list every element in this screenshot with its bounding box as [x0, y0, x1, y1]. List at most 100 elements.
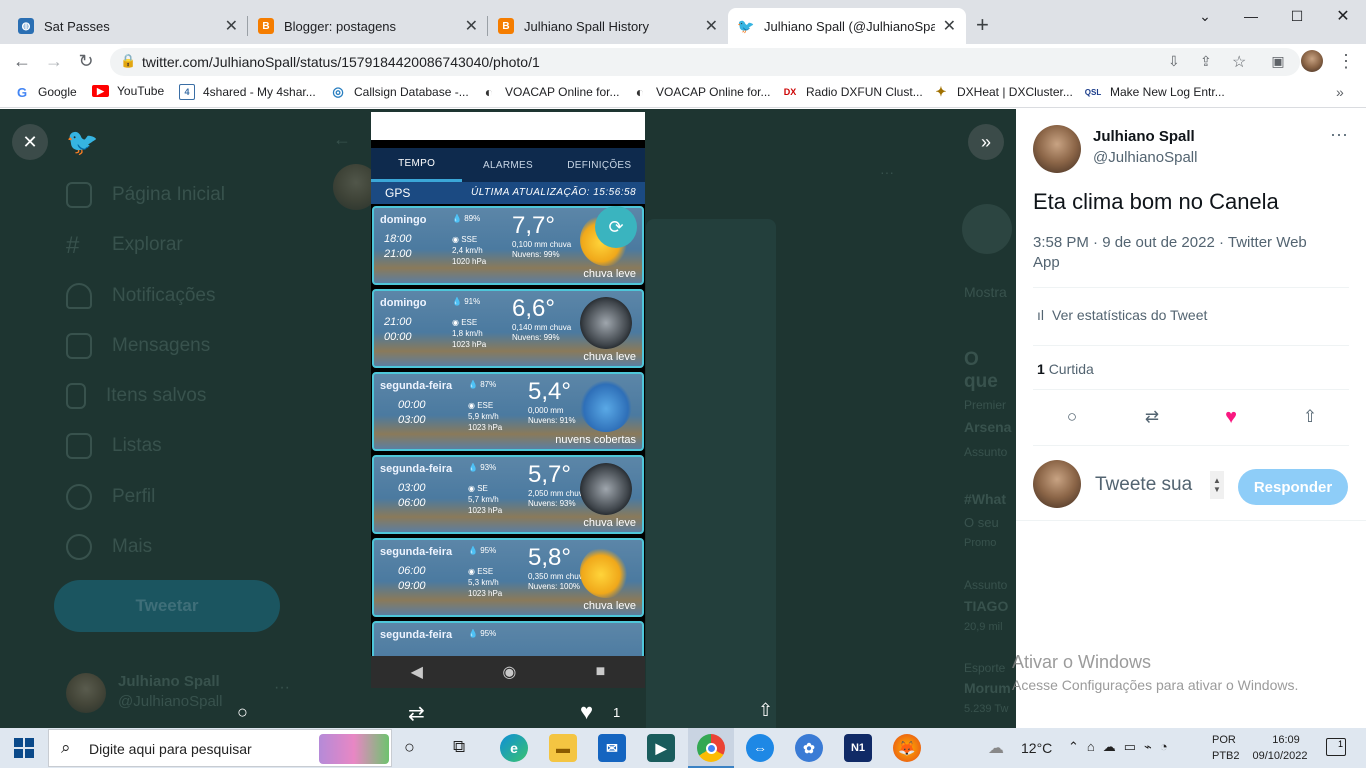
firefox-icon[interactable]: 🦊: [893, 734, 921, 762]
reply-input[interactable]: Tweete sua: [1095, 474, 1192, 496]
file-explorer-icon[interactable]: ▬: [549, 734, 577, 762]
keyboard-layout[interactable]: PTB2: [1212, 750, 1240, 762]
install-icon[interactable]: ⇩: [1168, 53, 1180, 70]
bookmark-qsl-log[interactable]: QSL Make New Log Entr...: [1084, 84, 1225, 100]
tab-twitter-active[interactable]: 🐦 Julhiano Spall (@JulhianoSpall) / ✕: [728, 8, 966, 44]
maximize-button[interactable]: ☐: [1274, 0, 1320, 32]
forecast-times: 06:00 09:00: [398, 565, 426, 592]
system-tray-icons[interactable]: ⌃⌂☁▭⌁◔: [1068, 739, 1176, 755]
bookmark-google[interactable]: G Google: [14, 84, 77, 100]
notification-center-icon[interactable]: 1: [1326, 738, 1346, 756]
browser-toolbar: ← → ↻ 🔒 twitter.com/JulhianoSpall/status…: [0, 44, 1366, 78]
close-tab-icon[interactable]: ✕: [225, 16, 238, 36]
forward-button[interactable]: →: [42, 49, 66, 73]
task-view-icon[interactable]: ⧉: [453, 737, 465, 757]
close-tab-icon[interactable]: ✕: [943, 16, 956, 36]
account-more-icon[interactable]: ···: [274, 679, 290, 697]
bookmark-voacap-1[interactable]: ◐ VOACAP Online for...: [481, 84, 620, 100]
bookmark-voacap-2[interactable]: ◐ VOACAP Online for...: [632, 84, 771, 100]
android-nav-bar: ◀ ◉ ■: [371, 656, 645, 688]
author-name[interactable]: Julhiano Spall: [1093, 128, 1195, 145]
tweet-button-dimmed[interactable]: Tweetar: [54, 580, 280, 632]
reply-button[interactable]: Responder: [1238, 469, 1348, 505]
bookmark-youtube[interactable]: ▶ YouTube: [92, 84, 164, 98]
nav-messages[interactable]: Mensagens: [66, 333, 210, 359]
author-avatar[interactable]: [1033, 125, 1081, 173]
minimize-button[interactable]: —: [1228, 0, 1274, 32]
edge-icon[interactable]: e: [500, 734, 528, 762]
photo-weather-app-screenshot: TEMPO ALARMES DEFINIÇÕES GPS ÚLTIMA ATUA…: [371, 112, 645, 688]
android-recents-icon: ■: [595, 663, 606, 680]
tweet-meta: 3:58 PM · 9 de out de 2022 · Twitter Web…: [1033, 234, 1307, 271]
input-language[interactable]: POR: [1212, 734, 1236, 746]
nav-profile[interactable]: Perfil: [66, 484, 155, 510]
mail-icon[interactable]: ✉: [598, 734, 626, 762]
share-icon[interactable]: ⇪: [1200, 53, 1212, 70]
wind-pressure: ◉ ESE 5,9 km/h 1023 hPa: [468, 401, 503, 432]
weather-tabs: TEMPO ALARMES DEFINIÇÕES: [371, 148, 645, 182]
back-button[interactable]: ←: [10, 49, 34, 73]
scroll-stepper[interactable]: ▲ ▼: [1210, 471, 1224, 499]
profile-avatar[interactable]: [1301, 50, 1323, 72]
share-icon[interactable]: ⇧: [758, 700, 773, 721]
new-tab-button[interactable]: +: [976, 12, 989, 38]
reply-icon[interactable]: ○: [1057, 405, 1087, 429]
close-tab-icon[interactable]: ✕: [465, 16, 478, 36]
tab-sat-passes[interactable]: ◍ Sat Passes ✕: [8, 8, 248, 44]
retweet-icon[interactable]: ⇄: [408, 701, 425, 726]
nav-notifications[interactable]: Notificações: [66, 283, 216, 309]
weather-cloud-icon[interactable]: ☁: [988, 738, 1004, 758]
nav-bookmarks[interactable]: Itens salvos: [66, 383, 206, 409]
wind-pressure: ◉ ESE 1,8 km/h 1023 hPa: [452, 318, 487, 349]
bookmark-star-icon[interactable]: ☆: [1232, 52, 1246, 72]
tweet-more-icon[interactable]: ···: [1330, 124, 1348, 145]
activation-watermark-title: Ativar o Windows: [1012, 652, 1152, 672]
menu-kebab-icon[interactable]: ⋮: [1334, 49, 1358, 73]
share-icon[interactable]: ⇧: [1295, 405, 1325, 429]
more-bookmarks-icon[interactable]: »: [1336, 84, 1344, 100]
dimmed-text: TIAGO: [964, 598, 1009, 614]
retweet-icon[interactable]: ⇄: [1137, 405, 1167, 429]
media-app-icon[interactable]: ▶: [647, 734, 675, 762]
author-handle[interactable]: @JulhianoSpall: [1093, 149, 1197, 166]
likes-summary[interactable]: 1 Curtida: [1037, 361, 1094, 377]
weather-temperature[interactable]: 12°C: [1021, 740, 1052, 756]
tab-blogger-postagens[interactable]: B Blogger: postagens ✕: [248, 8, 488, 44]
bookmark-dxheat[interactable]: ✦ DXHeat | DXCluster...: [933, 84, 1073, 100]
close-window-button[interactable]: ✕: [1320, 0, 1366, 32]
reply-icon[interactable]: ○: [237, 702, 248, 723]
nav-home[interactable]: Página Inicial: [66, 182, 225, 208]
reload-button[interactable]: ↻: [74, 49, 98, 73]
forecast-times: 00:00 03:00: [398, 399, 426, 426]
collapse-panel-button[interactable]: »: [968, 124, 1004, 160]
cortana-icon[interactable]: ○: [404, 737, 415, 758]
tab-julhiano-history[interactable]: B Julhiano Spall History ✕: [488, 8, 728, 44]
address-bar[interactable]: 🔒 twitter.com/JulhianoSpall/status/15791…: [110, 48, 1300, 76]
tweet-text: Eta clima bom no Canela: [1033, 189, 1279, 214]
tab-search-icon[interactable]: ⌄: [1182, 0, 1228, 32]
taskbar-search-box[interactable]: ⌕ Digite aqui para pesquisar: [48, 729, 392, 767]
network-app-icon[interactable]: ✿: [795, 734, 823, 762]
clock-date[interactable]: 09/10/2022: [1248, 750, 1312, 762]
nav-more[interactable]: Mais: [66, 534, 152, 560]
nav-lists[interactable]: Listas: [66, 433, 162, 459]
chrome-icon[interactable]: [697, 734, 725, 762]
nav-explore[interactable]: # Explorar: [66, 232, 183, 259]
start-button[interactable]: [14, 738, 34, 758]
analytics-link[interactable]: ıl Ver estatísticas do Tweet: [1037, 307, 1207, 323]
voacap-icon: ◐: [484, 84, 494, 100]
bookmark-callsign-database[interactable]: ◎ Callsign Database -...: [330, 84, 468, 100]
like-heart-icon[interactable]: ♥: [580, 699, 593, 725]
teamviewer-icon[interactable]: ⇔: [746, 734, 774, 762]
bookmark-dxfun[interactable]: DX Radio DXFUN Clust...: [782, 84, 923, 100]
account-name: Julhiano Spall: [118, 673, 220, 690]
close-photo-button[interactable]: ✕: [12, 124, 48, 160]
logger-app-icon[interactable]: N1: [844, 734, 872, 762]
tab-definicoes: DEFINIÇÕES: [567, 159, 632, 171]
condition: chuva leve: [583, 268, 636, 280]
close-tab-icon[interactable]: ✕: [705, 16, 718, 36]
side-panel-icon[interactable]: ▣: [1266, 49, 1290, 73]
bookmark-4shared[interactable]: 4 4shared - My 4shar...: [179, 84, 316, 100]
clock-time[interactable]: 16:09: [1258, 734, 1314, 746]
like-heart-icon[interactable]: ♥: [1216, 405, 1246, 429]
